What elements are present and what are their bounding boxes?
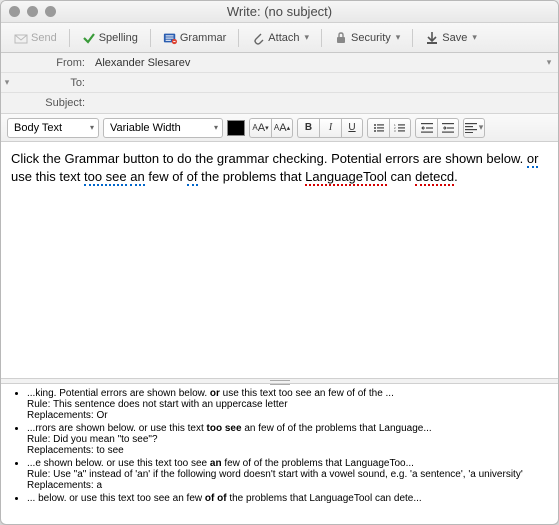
issue-replacement: Replacements: a — [27, 480, 550, 491]
traffic-lights — [9, 6, 56, 17]
paragraph-value: Body Text — [14, 122, 62, 134]
attach-label: Attach — [268, 32, 299, 44]
grammar-error: or — [527, 151, 539, 168]
chevron-down-icon: ▾ — [304, 32, 309, 43]
to-row: ▾ To: — [1, 73, 558, 93]
splitter[interactable] — [1, 378, 558, 384]
svg-text:3: 3 — [394, 129, 396, 133]
message-body[interactable]: Click the Grammar button to do the gramm… — [1, 142, 558, 378]
separator — [321, 29, 322, 47]
font-size-group: AA▾ AA▴ — [249, 118, 293, 138]
window-title: Write: (no subject) — [1, 4, 558, 19]
save-icon — [425, 31, 439, 45]
issue-item[interactable]: ...king. Potential errors are shown belo… — [27, 388, 550, 421]
issue-rule: Rule: Did you mean "to see"? — [27, 434, 550, 445]
font-value: Variable Width — [110, 122, 181, 134]
number-list-button[interactable]: 123 — [389, 118, 411, 138]
issue-rule: Rule: Use "a" instead of 'an' if the fol… — [27, 469, 550, 480]
grammar-label: Grammar — [180, 32, 226, 44]
minimize-icon[interactable] — [27, 6, 38, 17]
a-big-icon: A — [258, 122, 265, 134]
attach-button[interactable]: Attach ▾ — [244, 27, 316, 49]
separator — [69, 29, 70, 47]
paragraph-select[interactable]: Body Text — [7, 118, 99, 138]
italic-button[interactable]: I — [319, 118, 341, 138]
font-select[interactable]: Variable Width — [103, 118, 223, 138]
issues-panel: ...king. Potential errors are shown belo… — [1, 384, 558, 524]
font-decrease-button[interactable]: AA▾ — [249, 118, 271, 138]
from-row: From: Alexander Slesarev ▾ — [1, 53, 558, 73]
main-toolbar: Send Spelling Grammar Attach ▾ Security … — [1, 23, 558, 53]
bullet-list-button[interactable] — [367, 118, 389, 138]
font-increase-button[interactable]: AA▴ — [271, 118, 293, 138]
expand-icon[interactable]: ▾ — [1, 77, 13, 88]
chevron-down-icon: ▾ — [479, 122, 484, 133]
spelling-label: Spelling — [99, 32, 138, 44]
body-text: . — [454, 169, 458, 184]
issue-replacement: Replacements: Or — [27, 410, 550, 421]
from-label: From: — [13, 57, 91, 69]
issue-context: ... below. or use this text too see an f… — [27, 493, 422, 504]
compose-window: Write: (no subject) Send Spelling Gramma… — [0, 0, 559, 525]
message-headers: From: Alexander Slesarev ▾ ▾ To: Subject… — [1, 53, 558, 114]
lock-icon — [334, 31, 348, 45]
titlebar: Write: (no subject) — [1, 1, 558, 23]
body-text: the problems that — [198, 169, 306, 184]
indent-group — [415, 118, 459, 138]
separator — [238, 29, 239, 47]
save-label: Save — [442, 32, 467, 44]
grammar-error: an — [130, 169, 144, 186]
grammar-error: too see — [84, 169, 127, 186]
issues-list: ...king. Potential errors are shown belo… — [9, 388, 550, 504]
issue-item[interactable]: ...e shown below. or use this text too s… — [27, 458, 550, 491]
chevron-down-icon[interactable]: ▾ — [540, 57, 558, 68]
indent-button[interactable] — [437, 118, 459, 138]
subject-label: Subject: — [13, 97, 91, 109]
chevron-down-icon: ▾ — [396, 32, 401, 43]
color-swatch[interactable] — [227, 120, 245, 136]
send-icon — [14, 31, 28, 45]
a-big-icon: A — [279, 122, 286, 134]
paperclip-icon — [251, 31, 265, 45]
underline-button[interactable]: U — [341, 118, 363, 138]
format-toolbar: Body Text Variable Width AA▾ AA▴ B I U 1… — [1, 114, 558, 142]
grammar-button[interactable]: Grammar — [156, 27, 233, 49]
subject-row: Subject: — [1, 93, 558, 113]
grammar-error: of — [187, 169, 198, 186]
security-label: Security — [351, 32, 391, 44]
align-button[interactable]: ▾ — [463, 118, 485, 138]
maximize-icon[interactable] — [45, 6, 56, 17]
spelling-button[interactable]: Spelling — [75, 27, 145, 49]
bold-button[interactable]: B — [297, 118, 319, 138]
save-button[interactable]: Save ▾ — [418, 27, 484, 49]
grammar-icon — [163, 31, 177, 45]
send-label: Send — [31, 32, 57, 44]
to-label: To: — [13, 77, 91, 89]
chevron-down-icon: ▾ — [472, 32, 477, 43]
body-text: Click the Grammar button to do the gramm… — [11, 151, 527, 166]
body-text: use this text — [11, 169, 84, 184]
body-text: few of — [145, 169, 187, 184]
issue-context: ...e shown below. or use this text too s… — [27, 458, 414, 469]
issue-replacement: Replacements: to see — [27, 445, 550, 456]
separator — [150, 29, 151, 47]
check-icon — [82, 31, 96, 45]
from-value[interactable]: Alexander Slesarev — [91, 57, 540, 69]
spelling-error: detecd — [415, 169, 454, 186]
security-button[interactable]: Security ▾ — [327, 27, 407, 49]
send-button[interactable]: Send — [7, 27, 64, 49]
list-group: 123 — [367, 118, 411, 138]
issue-rule: Rule: This sentence does not start with … — [27, 399, 550, 410]
close-icon[interactable] — [9, 6, 20, 17]
separator — [412, 29, 413, 47]
body-text: can — [387, 169, 415, 184]
issue-item[interactable]: ... below. or use this text too see an f… — [27, 493, 550, 504]
issue-item[interactable]: ...rrors are shown below. or use this te… — [27, 423, 550, 456]
issue-context: ...rrors are shown below. or use this te… — [27, 423, 432, 434]
issue-context: ...king. Potential errors are shown belo… — [27, 388, 394, 399]
outdent-button[interactable] — [415, 118, 437, 138]
style-group: B I U — [297, 118, 363, 138]
spelling-error: LanguageTool — [305, 169, 387, 186]
